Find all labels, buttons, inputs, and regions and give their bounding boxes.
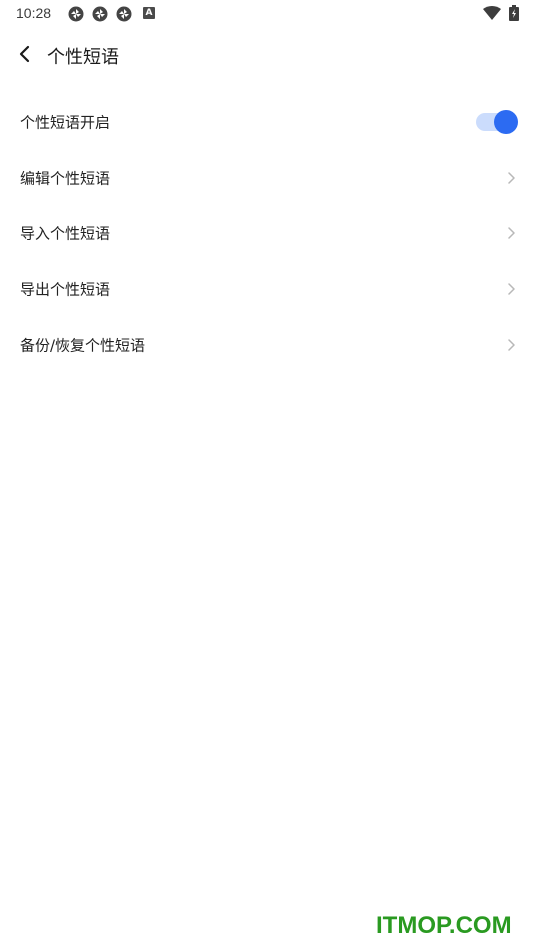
chevron-right-icon [508, 227, 515, 239]
wifi-icon [483, 6, 501, 20]
page-title: 个性短语 [47, 47, 119, 68]
back-arrow-icon[interactable] [12, 41, 38, 67]
chevron-right-icon [508, 283, 515, 295]
settings-item-label: 导入个性短语 [20, 224, 111, 243]
aperture-icon [116, 6, 132, 22]
a-badge-icon: A [143, 7, 155, 19]
settings-item-label: 导出个性短语 [20, 280, 111, 299]
settings-list: 个性短语开启 编辑个性短语 导入个性短语 导出个性短语 备份/恢复个性短语 [0, 94, 534, 372]
chevron-right-icon [508, 171, 515, 184]
settings-item-edit-phrases[interactable]: 编辑个性短语 [0, 150, 534, 206]
settings-item-enable-phrases[interactable]: 个性短语开启 [0, 94, 534, 150]
battery-charging-icon [509, 5, 519, 21]
chevron-right-icon [508, 338, 515, 351]
settings-item-export-phrases[interactable]: 导出个性短语 [0, 261, 534, 317]
header: 个性短语 [0, 32, 534, 78]
watermark: ITMOP.COM [376, 912, 512, 939]
enable-phrases-toggle[interactable] [476, 109, 518, 134]
aperture-icon [92, 6, 108, 22]
settings-item-label: 个性短语开启 [20, 113, 111, 132]
settings-item-label: 编辑个性短语 [20, 169, 111, 188]
settings-item-backup-restore-phrases[interactable]: 备份/恢复个性短语 [0, 317, 534, 373]
status-bar: 10:28 A [0, 0, 534, 28]
toggle-knob [494, 109, 518, 134]
status-time: 10:28 [16, 5, 52, 21]
settings-item-label: 备份/恢复个性短语 [20, 336, 146, 355]
aperture-icon [68, 6, 84, 22]
settings-item-import-phrases[interactable]: 导入个性短语 [0, 205, 534, 261]
